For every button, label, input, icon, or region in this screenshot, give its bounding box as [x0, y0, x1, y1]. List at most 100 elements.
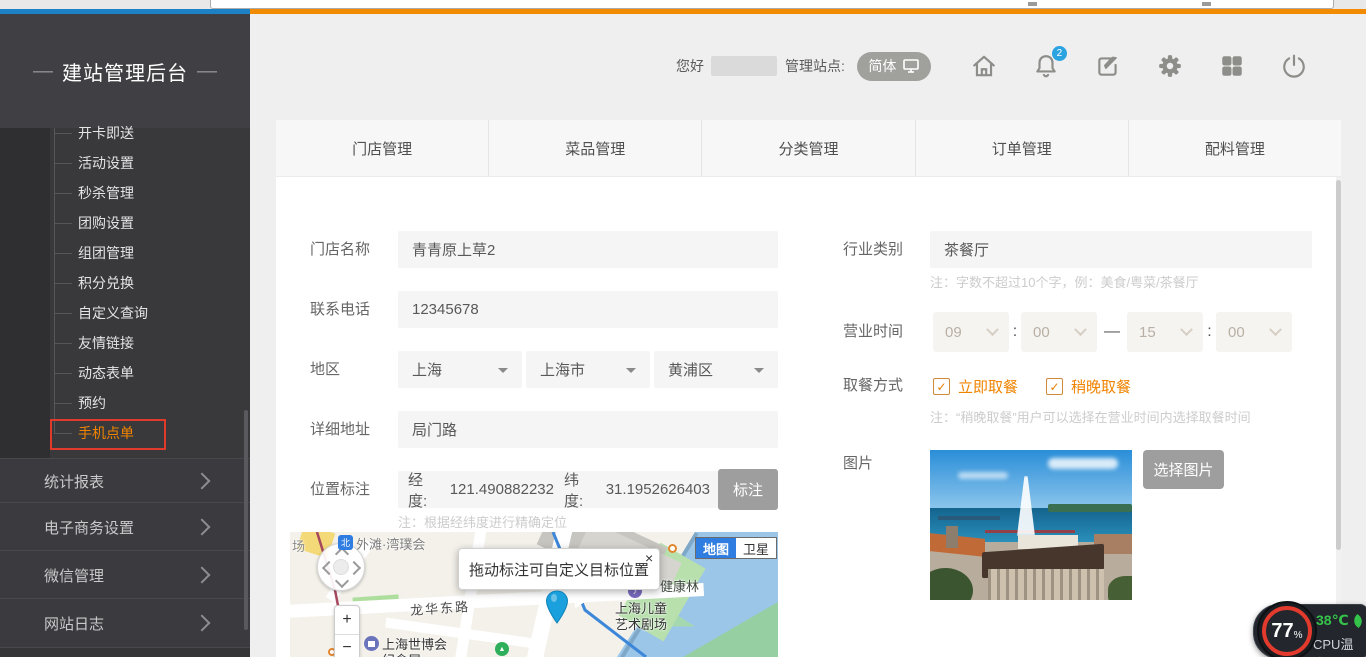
browser-address-bar[interactable] — [210, 0, 1334, 9]
industry-label: 行业类别 — [843, 231, 903, 268]
usage-percent: 77 — [1271, 620, 1293, 643]
apps-button[interactable] — [1219, 53, 1245, 79]
cpu-temp-value: 38℃ — [1316, 612, 1349, 629]
tab-store-manage[interactable]: 门店管理 — [276, 120, 489, 176]
tree-tick — [54, 403, 72, 404]
language-pill-button[interactable]: 简体 — [857, 52, 931, 81]
grid-icon — [1219, 53, 1245, 79]
compose-button[interactable] — [1095, 53, 1121, 79]
tab-category-manage[interactable]: 分类管理 — [702, 120, 915, 176]
zoom-out-button[interactable]: − — [335, 634, 359, 657]
phone-label: 联系电话 — [310, 291, 370, 328]
open-hour-select[interactable]: 09 — [933, 312, 1009, 352]
usage-gauge: 77 % — [1262, 606, 1312, 656]
username-redacted — [711, 56, 777, 76]
tree-tick — [54, 313, 72, 314]
close-minute-select[interactable]: 00 — [1216, 312, 1292, 352]
sidebar-group-wechat[interactable]: 微信管理 — [0, 550, 250, 599]
sidebar-group-stats[interactable]: 统计报表 — [0, 458, 250, 503]
tree-tick — [54, 283, 72, 284]
industry-input[interactable]: 茶餐厅 — [930, 231, 1312, 268]
city-value: 上海市 — [540, 359, 585, 380]
sidebar-item-flash-sale[interactable]: 秒杀管理 — [78, 182, 228, 204]
photo-far-shore — [1048, 504, 1132, 512]
satellite-view-button[interactable]: 卫星 — [736, 538, 776, 558]
home-button[interactable] — [971, 53, 997, 79]
cpu-temp-label: CPU温度 — [1313, 634, 1366, 657]
location-input[interactable]: 经度: 121.490882232 纬度: 31.1952626403 — [398, 471, 720, 508]
checkbox-later-pickup[interactable]: ✓ — [1046, 378, 1063, 395]
percent-sign: % — [1294, 630, 1303, 641]
sidebar-item-group-buy[interactable]: 团购设置 — [78, 212, 228, 234]
address-input[interactable]: 局门路 — [398, 411, 778, 448]
sidebar-item-booking[interactable]: 预约 — [78, 392, 228, 414]
close-hour-select[interactable]: 15 — [1127, 312, 1203, 352]
logout-button[interactable] — [1281, 53, 1307, 79]
sidebar-item-points[interactable]: 积分兑换 — [78, 272, 228, 294]
chevron-down-icon — [986, 323, 999, 336]
tab-dish-manage[interactable]: 菜品管理 — [489, 120, 702, 176]
choose-photo-button[interactable]: 选择图片 — [1143, 450, 1224, 489]
time-dash: — — [1097, 312, 1127, 352]
settings-button[interactable] — [1157, 53, 1183, 79]
sidebar-item-custom-query[interactable]: 自定义查询 — [78, 302, 228, 324]
map-pan-control[interactable] — [317, 543, 365, 591]
sidebar-item-links[interactable]: 友情链接 — [78, 332, 228, 354]
photo-tower — [946, 526, 958, 548]
pan-right-arrow-icon[interactable] — [347, 561, 361, 575]
sidebar-group-ecommerce[interactable]: 电子商务设置 — [0, 502, 250, 551]
tree-tick — [54, 253, 72, 254]
zoom-in-button[interactable]: + — [335, 606, 359, 635]
sidebar-item-dynamic-form[interactable]: 动态表单 — [78, 362, 228, 384]
tab-order-manage[interactable]: 订单管理 — [916, 120, 1129, 176]
immediate-pickup-label: 立即取餐 — [958, 376, 1018, 397]
later-pickup-label: 稍晚取餐 — [1071, 376, 1131, 397]
city-select[interactable]: 上海市 — [526, 351, 650, 388]
caret-down-icon — [498, 368, 508, 378]
tooltip-close-icon[interactable]: × — [645, 550, 653, 566]
tree-tick — [54, 193, 72, 194]
photo-label: 图片 — [843, 452, 873, 476]
tab-ingredient-manage[interactable]: 配料管理 — [1129, 120, 1341, 176]
mark-location-button[interactable]: 标注 — [718, 469, 778, 510]
language-label: 简体 — [868, 56, 896, 76]
hours-label: 营业时间 — [843, 312, 903, 352]
browser-icon[interactable] — [1028, 2, 1037, 6]
chevron-right-icon — [194, 519, 211, 536]
edit-icon — [1095, 53, 1121, 79]
store-name-input[interactable]: 青青原上草2 — [398, 231, 778, 268]
sidebar-scrollbar[interactable] — [244, 410, 248, 630]
location-note: 注：根据经纬度进行精确定位 — [398, 512, 567, 531]
map-view-button[interactable]: 地图 — [696, 538, 736, 558]
map-pin-icon[interactable] — [545, 590, 569, 624]
province-value: 上海 — [412, 359, 442, 380]
app-title: 建站管理后台 — [62, 57, 188, 86]
sidebar-item-group-manage[interactable]: 组团管理 — [78, 242, 228, 264]
chevron-down-icon — [1074, 323, 1087, 336]
district-select[interactable]: 黄浦区 — [654, 351, 778, 388]
museum-poi-icon — [364, 636, 379, 651]
industry-note: 注：字数不超过10个字，例：美食/粤菜/茶餐厅 — [930, 272, 1199, 291]
browser-icon[interactable] — [1202, 2, 1211, 6]
group-label: 网站日志 — [44, 613, 104, 634]
admin-backend-screen: — 建站管理后台 — 开卡即送 活动设置 秒杀管理 团购设置 组团管理 积分兑换… — [0, 0, 1366, 657]
chevron-right-icon — [194, 615, 211, 632]
map-widget[interactable]: 场 外滩·湾璞会 龙华东路 健康林 上海儿童 艺术剧场 上海世博会 纪念展 ♪ … — [290, 532, 778, 657]
phone-input[interactable]: 12345678 — [398, 291, 778, 328]
browser-chrome-strip — [0, 0, 1366, 9]
sidebar-group-logs[interactable]: 网站日志 — [0, 598, 250, 648]
north-indicator: 北 — [338, 535, 353, 550]
tree-tick — [54, 373, 72, 374]
tab-bar: 门店管理 菜品管理 分类管理 订单管理 配料管理 — [276, 120, 1341, 177]
notifications-button[interactable]: 2 — [1033, 53, 1059, 79]
sidebar-item-card-gift[interactable]: 开卡即送 — [78, 122, 228, 144]
sidebar-item-activity[interactable]: 活动设置 — [78, 152, 228, 174]
scrollbar-thumb[interactable] — [1336, 180, 1341, 550]
tree-tick — [54, 133, 72, 134]
sidebar-gutter — [0, 128, 50, 458]
checkbox-immediate-pickup[interactable]: ✓ — [933, 378, 950, 395]
chevron-down-icon — [1180, 323, 1193, 336]
pan-down-arrow-icon[interactable] — [335, 574, 349, 588]
open-minute-select[interactable]: 00 — [1021, 312, 1097, 352]
province-select[interactable]: 上海 — [398, 351, 522, 388]
